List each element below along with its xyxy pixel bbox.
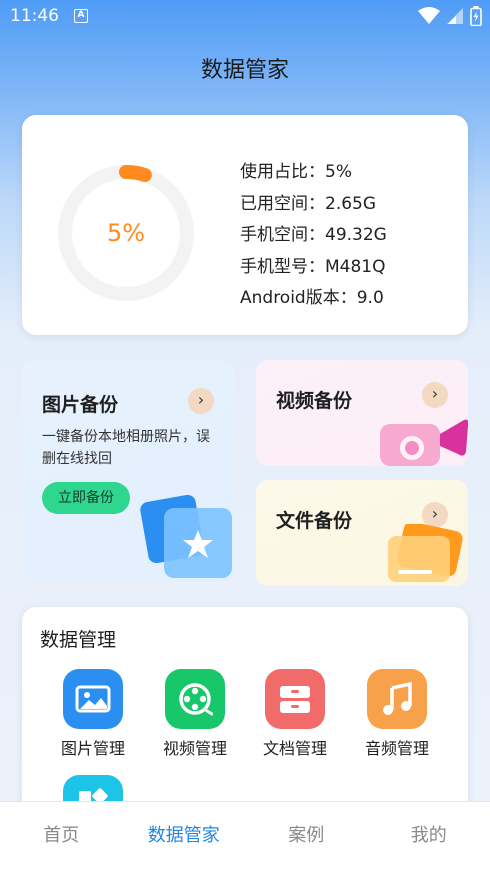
image-icon xyxy=(63,669,123,729)
photo-backup-title: 图片备份 xyxy=(42,394,119,416)
signal-icon xyxy=(447,8,463,24)
film-reel-icon xyxy=(165,669,225,729)
document-management-label: 文档管理 xyxy=(262,739,327,758)
audio-management-item[interactable]: 音频管理 xyxy=(352,669,442,759)
video-management-label: 视频管理 xyxy=(162,739,227,758)
file-backup-card[interactable]: 文件备份 › xyxy=(256,480,468,586)
backup-now-button[interactable]: 立即备份 xyxy=(42,482,130,514)
document-management-item[interactable]: 文档管理 xyxy=(250,669,340,759)
usage-ratio: 使用占比：5% xyxy=(240,162,352,182)
bottom-tab-bar: 首页 数据管家 案例 我的 xyxy=(0,801,490,871)
android-version: Android版本：9.0 xyxy=(240,288,384,308)
photo-backup-description: 一键备份本地相册照片，误删在线找回 xyxy=(42,429,210,467)
total-space: 手机空间：49.32G xyxy=(240,225,387,245)
storage-card: 5% 使用占比：5% 已用空间：2.65G 手机空间：49.32G 手机型号：M… xyxy=(22,115,468,335)
tab-cases[interactable]: 案例 xyxy=(245,802,368,871)
wifi-icon xyxy=(418,7,440,24)
video-backup-card[interactable]: 视频备份 › xyxy=(256,360,468,466)
video-management-item[interactable]: 视频管理 xyxy=(150,669,240,759)
phone-model: 手机型号：M481Q xyxy=(240,256,386,277)
photo-backup-card[interactable]: 图片备份 › 一键备份本地相册照片，误删在线找回 立即备份 xyxy=(22,360,234,582)
image-management-label: 图片管理 xyxy=(60,739,125,758)
photo-backup-arrow-icon[interactable]: › xyxy=(188,388,214,414)
video-camera-icon xyxy=(380,419,468,466)
battery-icon xyxy=(470,6,482,26)
data-management-title: 数据管理 xyxy=(40,629,117,651)
storage-percent: 5% xyxy=(106,219,146,247)
folder-icon xyxy=(388,524,463,582)
video-backup-arrow-icon[interactable]: › xyxy=(422,382,448,408)
tab-mine[interactable]: 我的 xyxy=(368,802,490,871)
status-bar: 11:46 A xyxy=(0,0,490,34)
used-space: 已用空间：2.65G xyxy=(240,193,377,214)
audio-management-label: 音频管理 xyxy=(364,739,429,758)
photo-star-icon xyxy=(140,494,232,578)
video-backup-title: 视频备份 xyxy=(276,390,353,412)
status-time: 11:46 xyxy=(10,6,59,26)
document-tray-icon xyxy=(265,669,325,729)
file-backup-title: 文件备份 xyxy=(276,510,353,532)
notification-icon: A xyxy=(74,9,88,23)
music-note-icon xyxy=(367,669,427,729)
storage-info-list: 使用占比：5% 已用空间：2.65G 手机空间：49.32G 手机型号：M481… xyxy=(240,157,387,315)
status-icons xyxy=(418,6,482,26)
tab-data-manager[interactable]: 数据管家 xyxy=(123,802,246,871)
page-title: 数据管家 xyxy=(200,58,289,83)
tab-home[interactable]: 首页 xyxy=(0,802,123,871)
image-management-item[interactable]: 图片管理 xyxy=(48,669,138,759)
